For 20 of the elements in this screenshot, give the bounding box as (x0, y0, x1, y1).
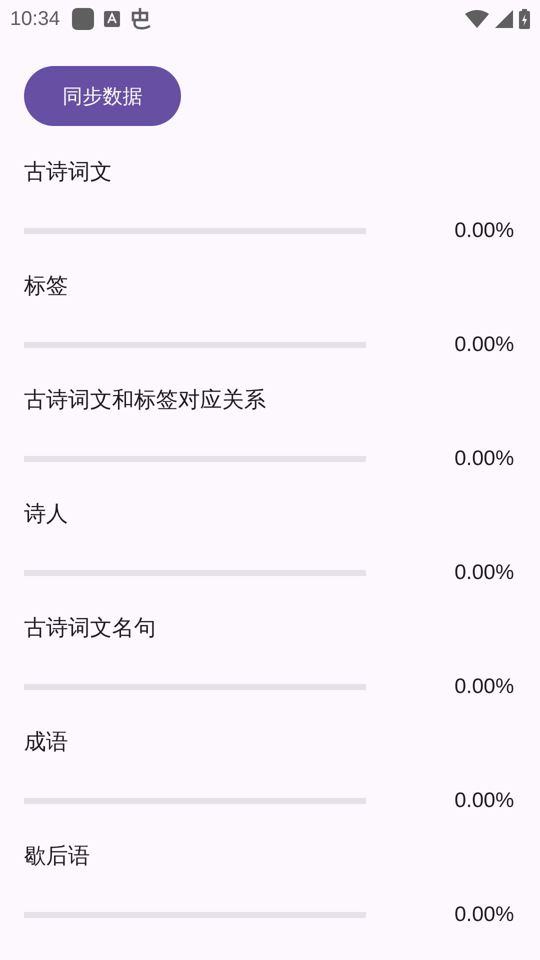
table-name: 古诗词文名句 (24, 615, 157, 643)
progress-percent: 0.00% (453, 333, 515, 357)
wifi-icon (465, 10, 489, 28)
status-time: 10:34 (10, 8, 60, 30)
table-name: 诗人 (24, 501, 69, 529)
progress-percent: 0.00% (453, 561, 515, 585)
table-name: 古诗词文 (24, 159, 113, 187)
table-name: 歇后语 (24, 843, 91, 871)
progress-percent: 0.00% (453, 675, 515, 699)
signal-icon (495, 10, 513, 28)
progress-percent: 0.00% (453, 447, 515, 471)
table-name: 标签 (24, 273, 69, 301)
table-name: 成语 (24, 729, 69, 757)
progress-percent: 0.00% (453, 789, 515, 813)
progress-percent: 0.00% (453, 219, 515, 243)
sync-data-button[interactable]: 同步数据 (24, 66, 181, 126)
progress-percent: 0.00% (453, 903, 515, 927)
battery-charging-icon (519, 9, 530, 29)
table-name: 古诗词文和标签对应关系 (24, 387, 267, 415)
app-notification-icon (72, 8, 94, 30)
